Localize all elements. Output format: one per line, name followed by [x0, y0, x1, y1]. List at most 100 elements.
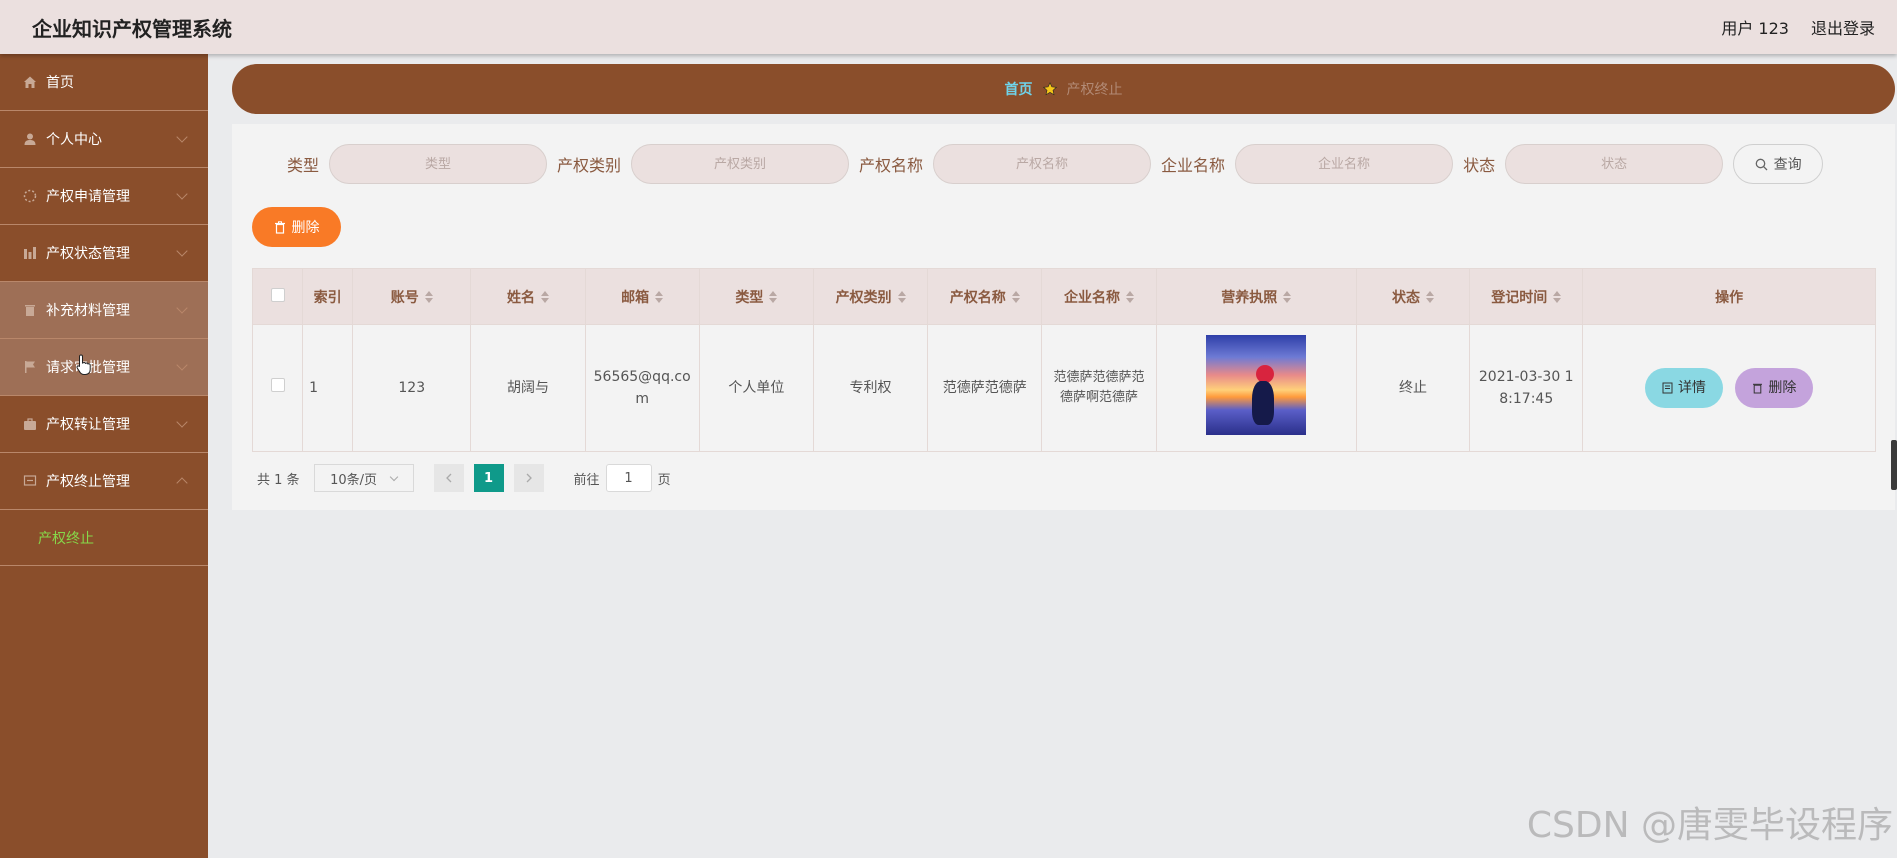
- document-icon: [1662, 382, 1673, 394]
- column-header[interactable]: 营养执照: [1155, 268, 1357, 325]
- sidebar-item-profile[interactable]: 个人中心: [0, 111, 208, 168]
- sort-icon[interactable]: [1011, 290, 1020, 303]
- table-row: 1 123 胡阔与 56565@qq.com 个人单位 专利权 范德萨范德萨 范…: [251, 324, 1876, 452]
- column-header[interactable]: 类型: [698, 268, 814, 325]
- user-label[interactable]: 用户 123: [1721, 15, 1789, 39]
- sort-icon[interactable]: [769, 290, 778, 303]
- sidebar: 首页 个人中心 产权申请管理 产权状态管理 补充材料管理 请求审批管理: [0, 54, 208, 858]
- sidebar-item-ip-status[interactable]: 产权状态管理: [0, 225, 208, 282]
- status-input[interactable]: [1505, 144, 1724, 184]
- company-input[interactable]: [1235, 144, 1454, 184]
- sort-icon[interactable]: [1283, 290, 1292, 303]
- chevron-down-icon: [176, 245, 188, 257]
- column-header[interactable]: 状态: [1355, 268, 1471, 325]
- search-icon: [1755, 158, 1768, 170]
- cell-license-image: [1155, 324, 1357, 452]
- cell-status: 终止: [1355, 324, 1471, 452]
- sidebar-item-termination[interactable]: 产权终止管理: [0, 453, 208, 510]
- ip-name-label: 产权名称: [859, 156, 924, 175]
- chevron-down-icon: [176, 302, 188, 314]
- status-label: 状态: [1463, 156, 1496, 175]
- type-label: 类型: [287, 156, 320, 175]
- cell-company: 范德萨范德萨范德萨啊范德萨: [1041, 324, 1157, 452]
- cell-actions: 详情 删除: [1582, 324, 1876, 452]
- type-input[interactable]: [329, 144, 548, 184]
- chevron-down-icon: [176, 359, 188, 371]
- sidebar-item-label: 产权转让管理: [46, 417, 130, 433]
- chevron-up-icon: [176, 477, 188, 489]
- cell-account: 123: [352, 324, 472, 452]
- sidebar-item-transfer[interactable]: 产权转让管理: [0, 396, 208, 453]
- pagination: 共 1 条 10条/页 1 前往 页: [257, 464, 671, 492]
- chevron-down-icon: [389, 472, 399, 481]
- column-header[interactable]: 账号: [352, 268, 472, 325]
- category-input[interactable]: [631, 144, 850, 184]
- cell-ip-name: 范德萨范德萨: [927, 324, 1043, 452]
- sidebar-item-materials[interactable]: 补充材料管理: [0, 282, 208, 339]
- sort-icon[interactable]: [1426, 290, 1435, 303]
- row-checkbox[interactable]: [270, 378, 285, 392]
- column-header[interactable]: 登记时间: [1469, 268, 1584, 325]
- select-all-checkbox[interactable]: [270, 287, 285, 302]
- sidebar-item-label: 产权申请管理: [46, 189, 130, 205]
- cell-time: 2021-03-30 18:17:45: [1469, 324, 1584, 452]
- sort-icon[interactable]: [897, 290, 906, 303]
- flag-icon: [22, 359, 38, 375]
- query-button[interactable]: 查询: [1733, 144, 1824, 184]
- sidebar-item-home[interactable]: 首页: [0, 54, 208, 111]
- prev-page-button[interactable]: [433, 464, 464, 492]
- goto-page-input[interactable]: [605, 464, 652, 492]
- column-header[interactable]: 产权名称: [927, 268, 1043, 325]
- query-label: 查询: [1773, 157, 1802, 173]
- sort-icon[interactable]: [424, 290, 433, 303]
- sort-icon[interactable]: [1553, 290, 1562, 303]
- data-table: 索引 账号 姓名 邮箱 类型 产权类别 产权名称 企业名称 营养执照 状态 登记…: [251, 268, 1876, 452]
- trash-icon: [22, 302, 38, 318]
- column-header[interactable]: 产权类别: [812, 268, 929, 325]
- column-header[interactable]: 邮箱: [584, 268, 700, 325]
- user-icon: [22, 131, 38, 147]
- sort-icon[interactable]: [540, 290, 549, 303]
- detail-label: 详情: [1677, 380, 1706, 396]
- detail-button[interactable]: 详情: [1644, 368, 1723, 408]
- home-icon: [22, 74, 38, 90]
- sidebar-subitem-termination[interactable]: 产权终止: [0, 510, 208, 566]
- loading-icon: [22, 188, 38, 204]
- top-bar: 企业知识产权管理系统 用户 123 退出登录: [0, 0, 1897, 54]
- cell-type: 个人单位: [698, 324, 814, 452]
- scrollbar-handle[interactable]: [1891, 440, 1897, 490]
- trash-icon: [1753, 383, 1763, 394]
- next-page-button[interactable]: [513, 464, 544, 492]
- column-header[interactable]: 姓名: [470, 268, 586, 325]
- breadcrumb-current: 产权终止: [1066, 82, 1123, 98]
- logout-button[interactable]: 退出登录: [1811, 15, 1875, 39]
- top-right-actions: 用户 123 退出登录: [1721, 15, 1875, 39]
- sidebar-item-label: 产权状态管理: [46, 246, 130, 262]
- cell-category: 专利权: [812, 324, 929, 452]
- page-number-current[interactable]: 1: [473, 464, 504, 492]
- page-size-select[interactable]: 10条/页: [313, 464, 414, 492]
- select-all-cell: [251, 268, 304, 325]
- bulk-delete-button[interactable]: 删除: [252, 207, 341, 247]
- sort-icon[interactable]: [655, 290, 664, 303]
- app-title: 企业知识产权管理系统: [32, 16, 232, 41]
- bulk-delete-label: 删除: [291, 220, 320, 236]
- ip-name-input[interactable]: [933, 144, 1152, 184]
- sidebar-item-approval[interactable]: 请求审批管理: [0, 339, 208, 396]
- total-count: 共 1 条: [257, 472, 300, 488]
- table-header-row: 索引 账号 姓名 邮箱 类型 产权类别 产权名称 企业名称 营养执照 状态 登记…: [251, 268, 1876, 325]
- main-panel: 类型 产权类别 产权名称 企业名称 状态 查询 删除 索引 账号: [232, 124, 1895, 510]
- row-select-cell: [251, 324, 304, 452]
- star-icon: [1042, 82, 1057, 96]
- chevron-down-icon: [176, 416, 188, 428]
- breadcrumb-home[interactable]: 首页: [1005, 79, 1033, 99]
- sidebar-item-label: 产权终止管理: [46, 474, 130, 490]
- sort-icon[interactable]: [1125, 290, 1134, 303]
- sidebar-item-ip-application[interactable]: 产权申请管理: [0, 168, 208, 225]
- hand-cursor-icon: [76, 354, 91, 375]
- goto-prefix: 前往: [573, 472, 600, 488]
- license-thumbnail[interactable]: [1206, 334, 1307, 435]
- trash-icon: [274, 220, 285, 234]
- column-header[interactable]: 企业名称: [1041, 268, 1157, 325]
- row-delete-button[interactable]: 删除: [1735, 368, 1814, 408]
